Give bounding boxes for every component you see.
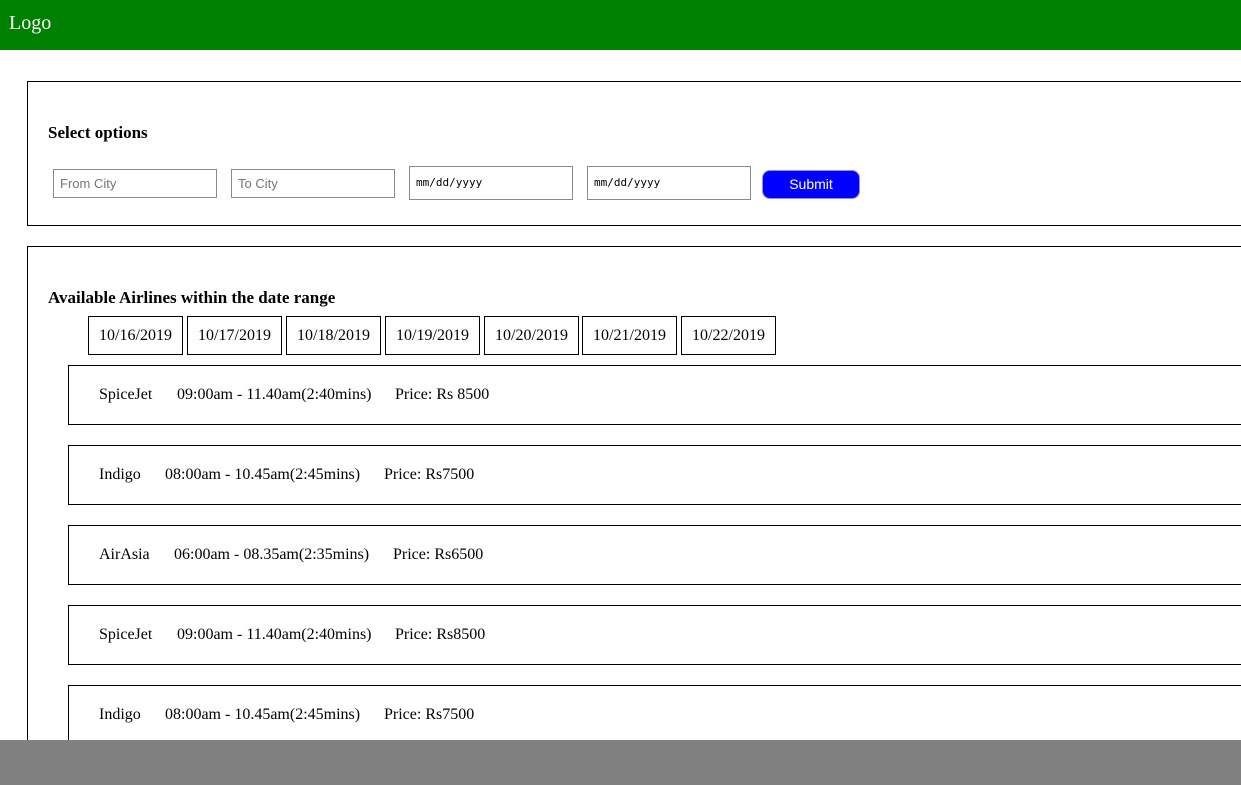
to-city-input[interactable]: To City [231, 169, 395, 198]
submit-button[interactable]: Submit [762, 170, 860, 199]
available-airlines-title: Available Airlines within the date range [48, 288, 336, 307]
date-tab[interactable]: 10/20/2019 [484, 316, 579, 355]
date-tab[interactable]: 10/19/2019 [385, 316, 480, 355]
available-airlines-panel: Available Airlines within the date range… [27, 246, 1241, 766]
start-date-input[interactable]: mm/dd/yyyy [409, 166, 573, 200]
flight-row[interactable]: AirAsia 06:00am - 08.35am(2:35mins) Pric… [68, 525, 1241, 585]
flight-airline: SpiceJet [99, 386, 153, 403]
flight-row[interactable]: SpiceJet 09:00am - 11.40am(2:40mins) Pri… [68, 365, 1241, 425]
end-date-input[interactable]: mm/dd/yyyy [587, 166, 751, 200]
date-tab[interactable]: 10/22/2019 [681, 316, 776, 355]
logo[interactable]: Logo [9, 11, 51, 35]
flight-row[interactable]: SpiceJet 09:00am - 11.40am(2:40mins) Pri… [68, 605, 1241, 665]
flight-price: Price: Rs7500 [384, 706, 475, 723]
date-tab[interactable]: 10/18/2019 [286, 316, 381, 355]
flight-airline: Indigo [99, 466, 141, 483]
flight-time: 08:00am - 10.45am(2:45mins) [165, 706, 361, 723]
flight-airline: Indigo [99, 706, 141, 723]
search-options-panel: Select options From City To City mm/dd/y… [27, 81, 1241, 226]
flight-price: Price: Rs6500 [393, 546, 484, 563]
flight-row[interactable]: Indigo 08:00am - 10.45am(2:45mins) Price… [68, 685, 1241, 745]
flight-time: 09:00am - 11.40am(2:40mins) [177, 386, 372, 403]
search-options-title: Select options [48, 123, 148, 142]
date-tab[interactable]: 10/16/2019 [88, 316, 183, 355]
flight-price: Price: Rs 8500 [395, 386, 490, 403]
flight-time: 08:00am - 10.45am(2:45mins) [165, 466, 361, 483]
flight-price: Price: Rs7500 [384, 466, 475, 483]
from-city-input[interactable]: From City [53, 169, 217, 198]
flight-price: Price: Rs8500 [395, 626, 486, 643]
footer-bar [0, 740, 1241, 785]
flight-time: 09:00am - 11.40am(2:40mins) [177, 626, 372, 643]
date-tab[interactable]: 10/17/2019 [187, 316, 282, 355]
flight-time: 06:00am - 08.35am(2:35mins) [174, 546, 370, 563]
header-bar: Logo [0, 0, 1241, 50]
flight-airline: AirAsia [99, 546, 150, 563]
date-tab[interactable]: 10/21/2019 [582, 316, 677, 355]
flight-row[interactable]: Indigo 08:00am - 10.45am(2:45mins) Price… [68, 445, 1241, 505]
flight-airline: SpiceJet [99, 626, 153, 643]
